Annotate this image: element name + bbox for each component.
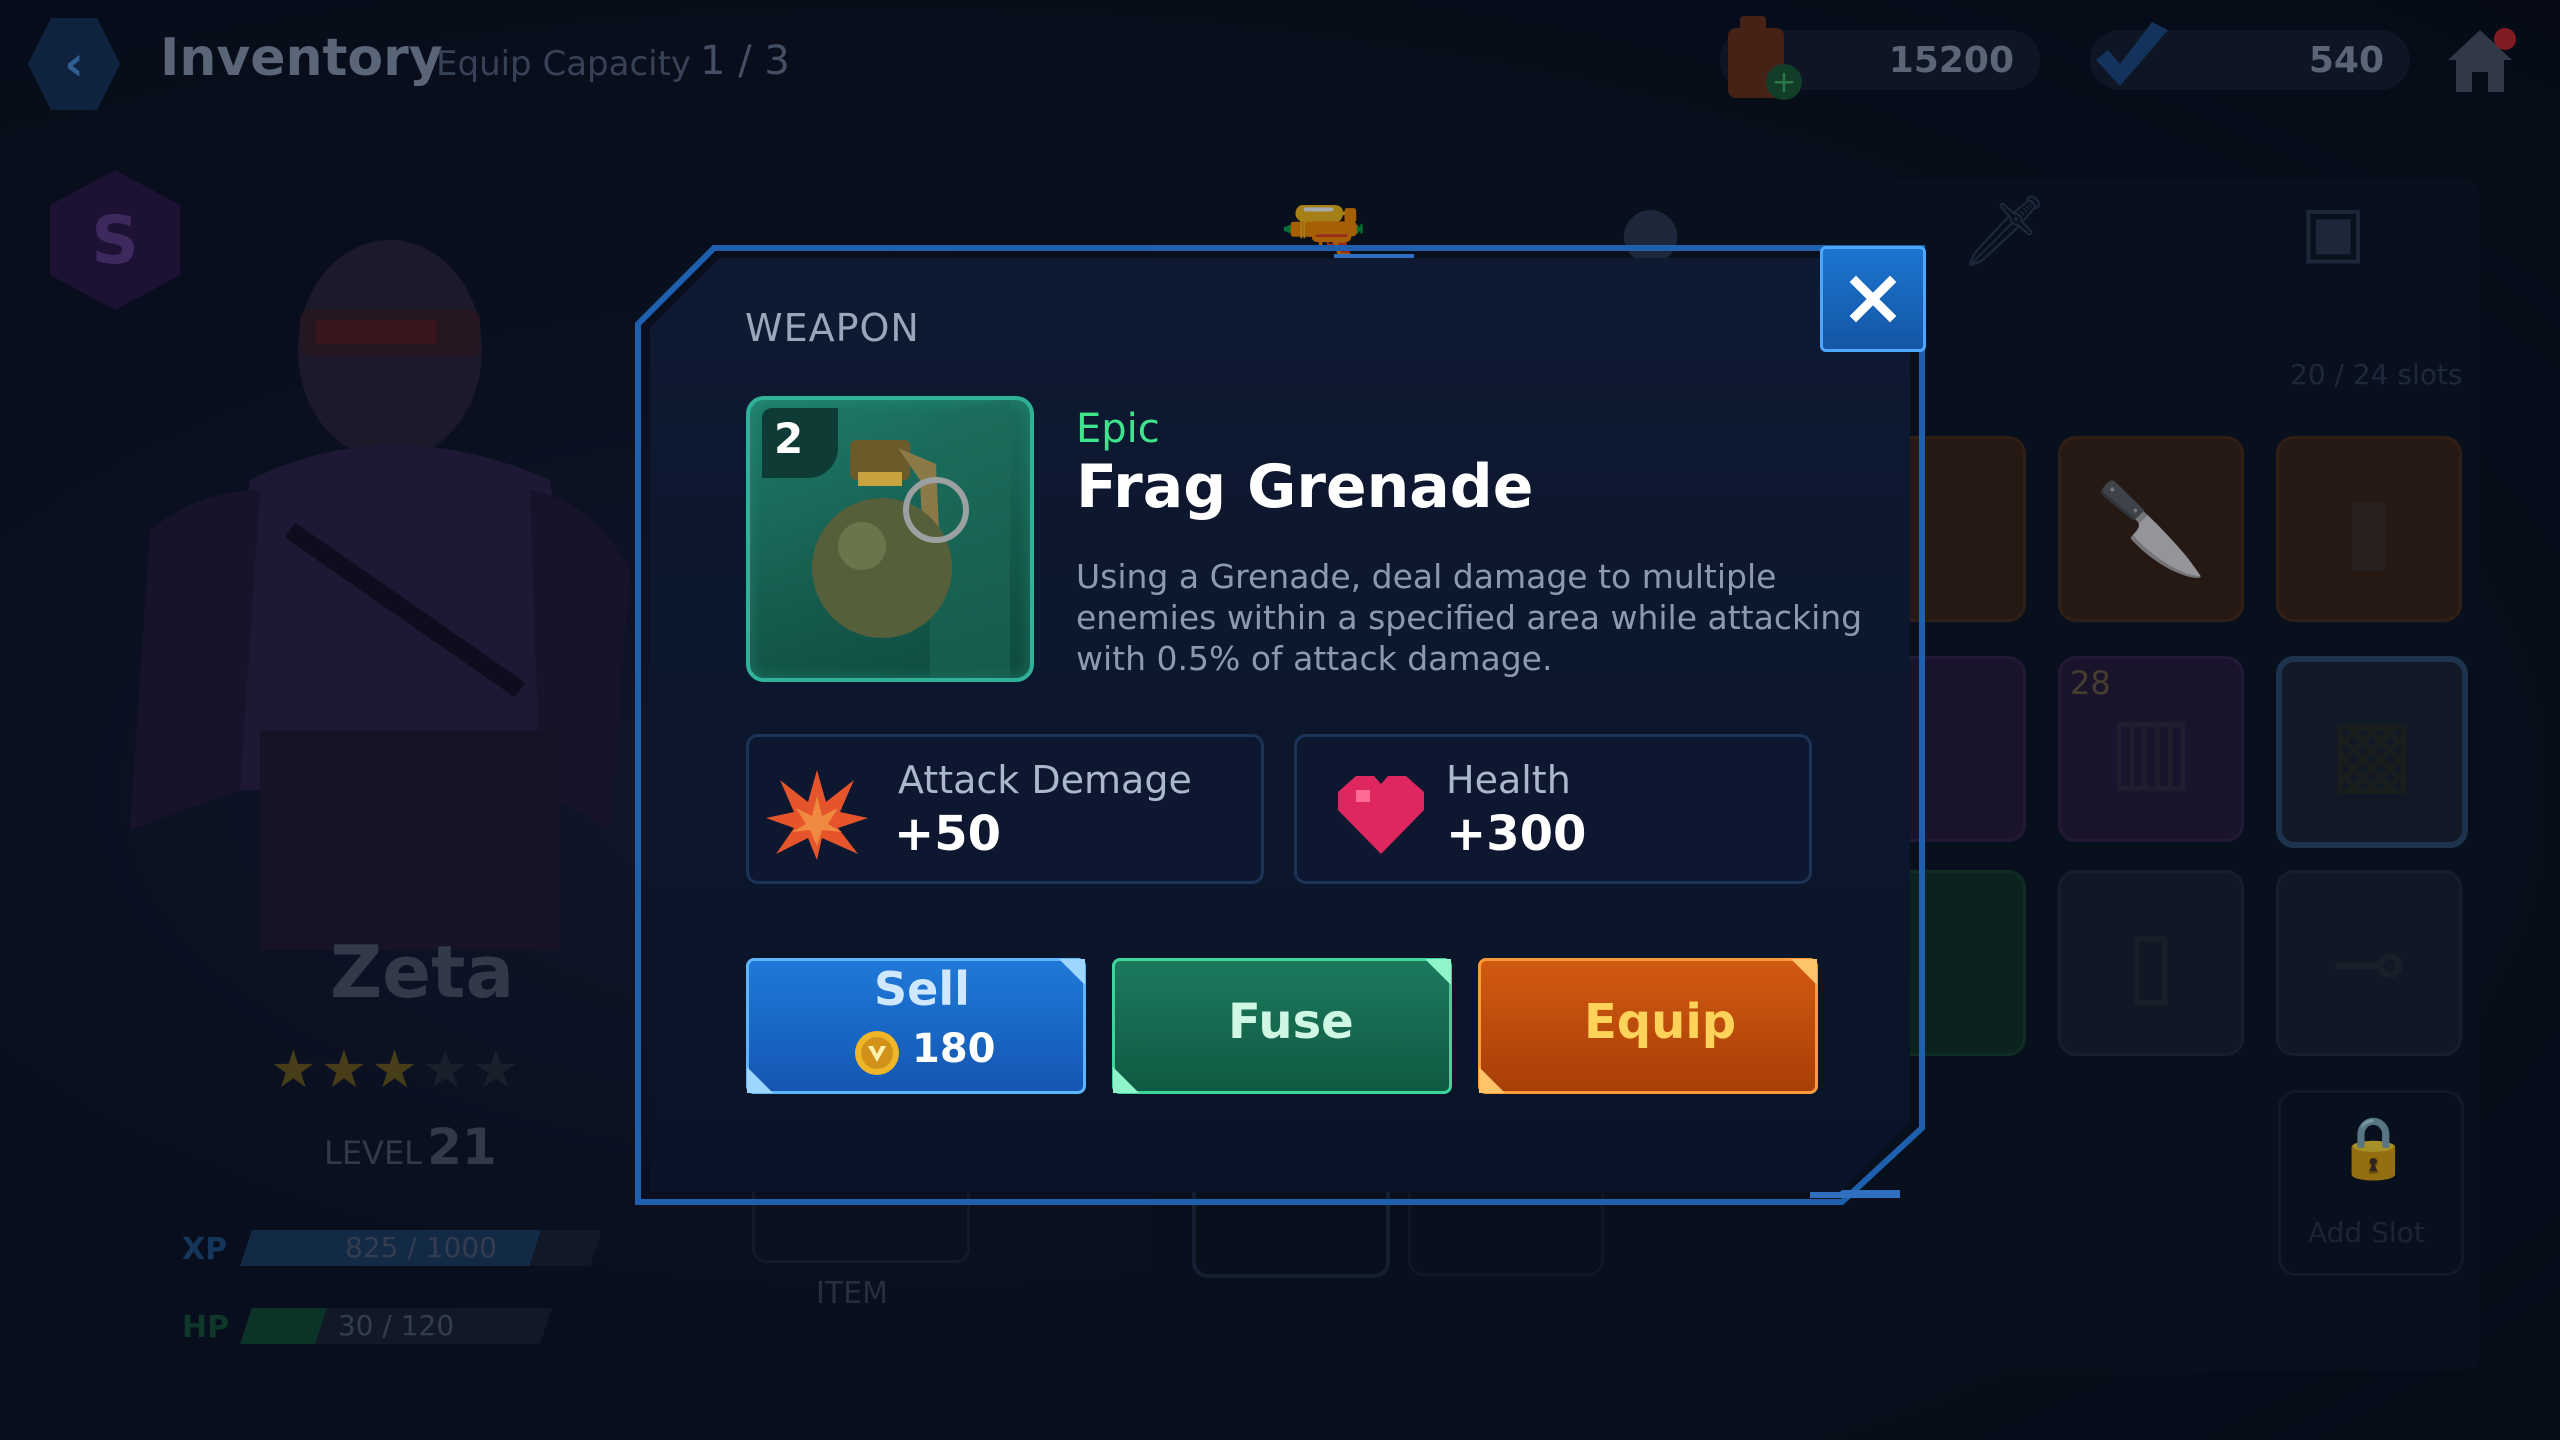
coin-icon xyxy=(855,1031,899,1075)
stat-attack-label: Attack Demage xyxy=(898,758,1192,802)
stat-health-label: Health xyxy=(1446,758,1571,802)
sell-label: Sell xyxy=(874,962,970,1016)
close-button[interactable] xyxy=(1820,246,1926,352)
equip-label: Equip xyxy=(1584,994,1737,1050)
stat-attack-value: +50 xyxy=(894,806,1002,862)
fuse-label: Fuse xyxy=(1228,994,1354,1050)
item-count: 2 xyxy=(774,414,804,463)
stat-health-value: +300 xyxy=(1446,806,1587,862)
sell-price: 180 xyxy=(912,1026,996,1072)
item-rarity: Epic xyxy=(1076,406,1160,452)
corner-accent xyxy=(1791,959,1817,985)
corner-accent xyxy=(1113,1067,1139,1093)
corner-accent xyxy=(1059,959,1085,985)
corner-accent xyxy=(1425,959,1451,985)
corner-accent xyxy=(747,1067,773,1093)
item-name: Frag Grenade xyxy=(1076,452,1534,522)
item-category: WEAPON xyxy=(745,306,920,350)
explosion-icon xyxy=(766,770,868,860)
heart-icon xyxy=(1338,776,1424,854)
item-description: Using a Grenade, deal damage to multiple… xyxy=(1076,557,1863,678)
close-icon xyxy=(1849,275,1897,323)
corner-accent xyxy=(1479,1067,1505,1093)
